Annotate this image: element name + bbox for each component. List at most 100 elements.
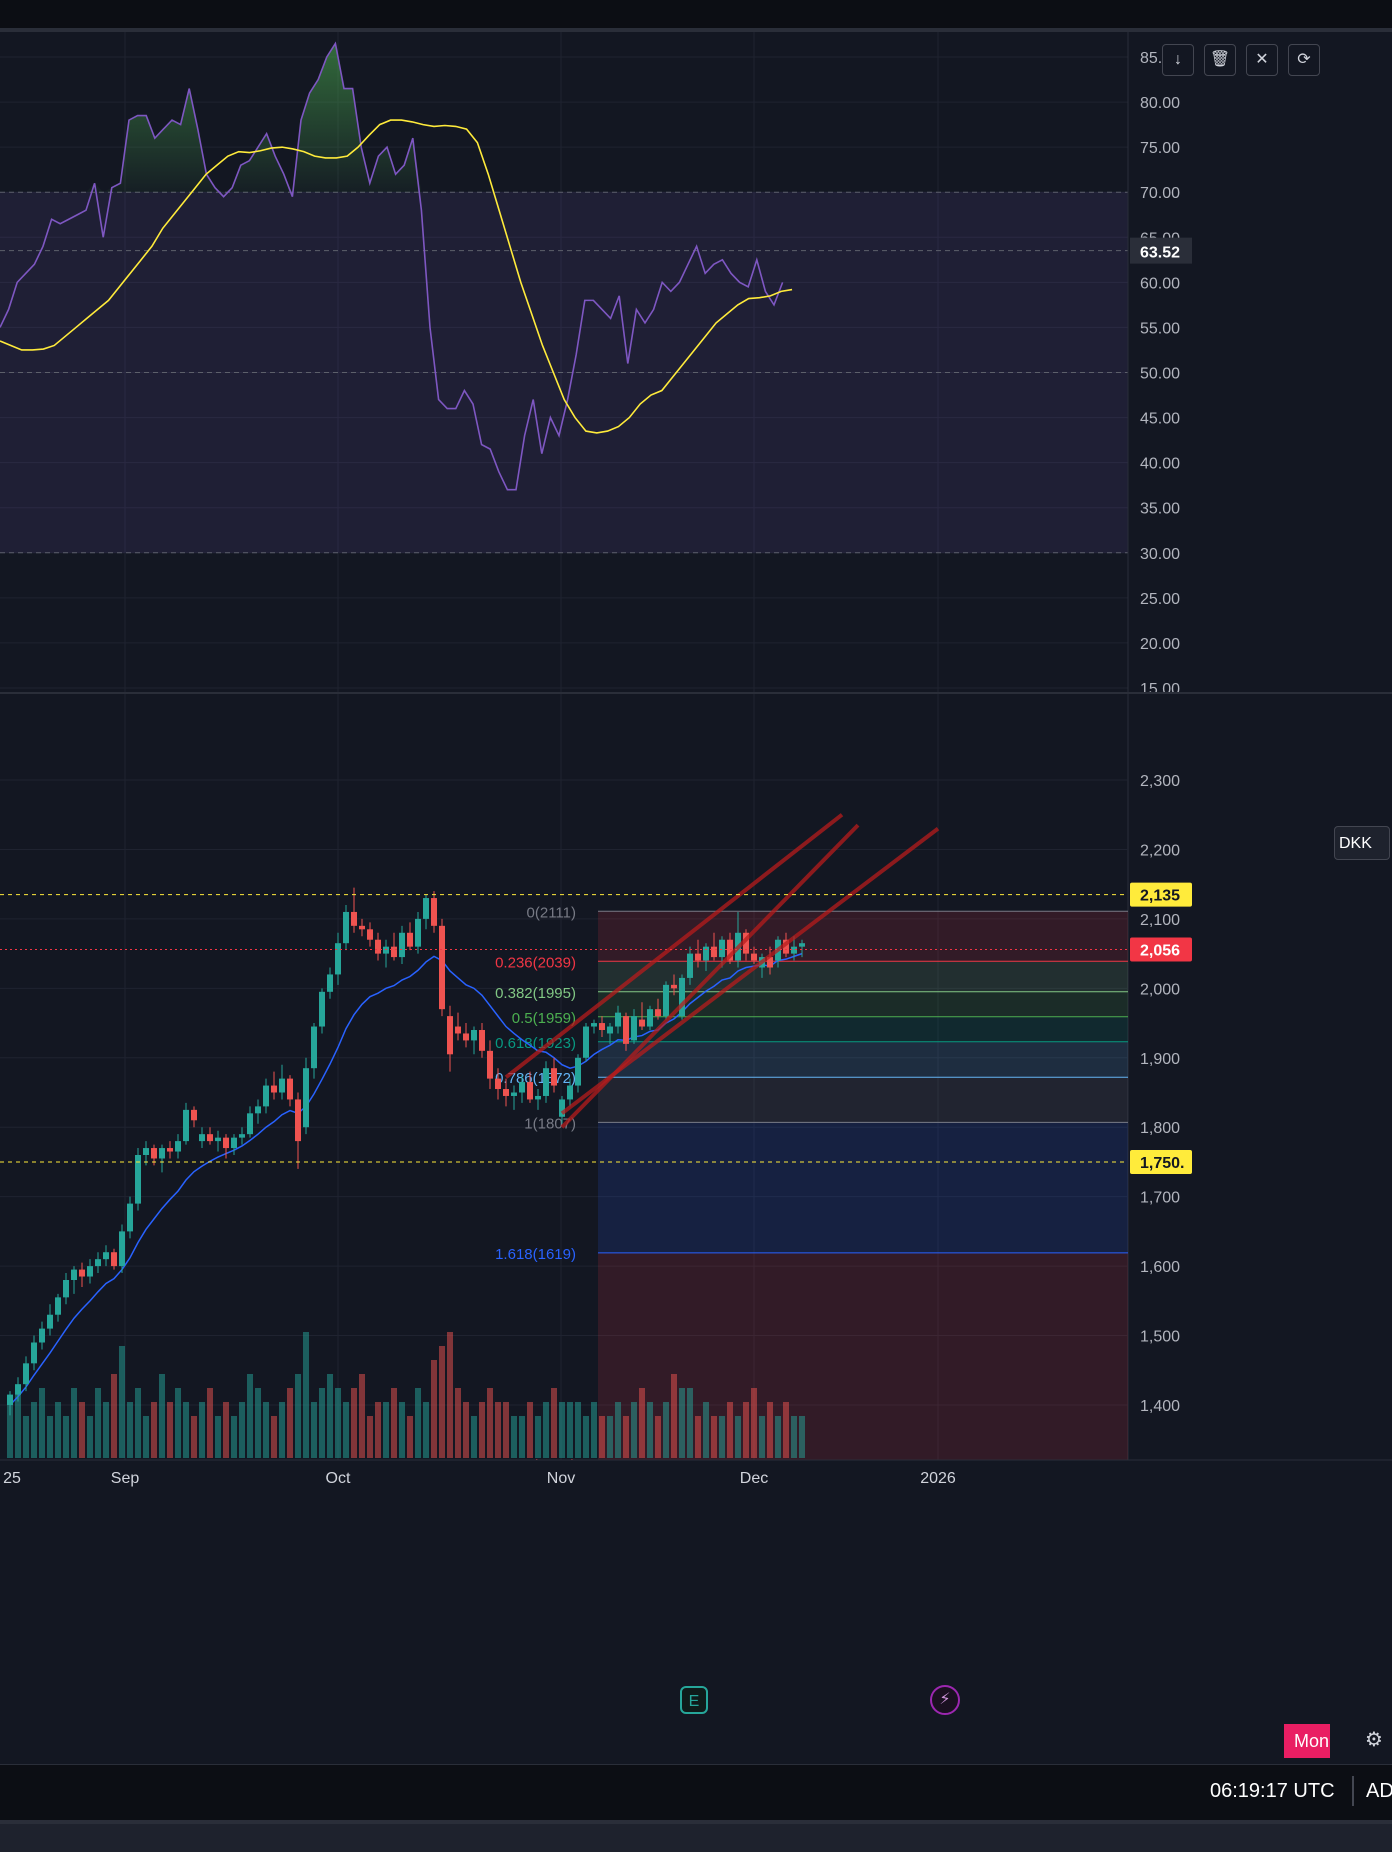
volume-bar (263, 1402, 269, 1458)
fib-zone (598, 911, 1128, 962)
candle-body (359, 925, 365, 930)
volume-bar (103, 1402, 109, 1458)
candle-body (599, 1023, 605, 1030)
candle-body (399, 932, 405, 958)
candle-body (623, 1016, 629, 1044)
candle-body (71, 1269, 77, 1280)
candle-body (151, 1148, 157, 1159)
candle-body (15, 1384, 21, 1395)
rsi-tick-label: 55.00 (1140, 320, 1180, 337)
volume-bar (607, 1416, 613, 1458)
volume-bar (599, 1416, 605, 1458)
candle-body (263, 1085, 269, 1107)
rsi-tick-label: 80.00 (1140, 95, 1180, 112)
candle-body (503, 1089, 509, 1096)
candle-body (591, 1023, 597, 1027)
volume-bar (255, 1388, 261, 1458)
candle-body (647, 1009, 653, 1027)
volume-bar (87, 1416, 93, 1458)
volume-bar (415, 1388, 421, 1458)
candle-body (415, 918, 421, 947)
volume-bar (751, 1388, 757, 1458)
volume-bar (511, 1416, 517, 1458)
volume-bar (143, 1416, 149, 1458)
volume-bar (615, 1402, 621, 1458)
candle-body (607, 1026, 613, 1034)
price-tick-label: 2,300 (1140, 773, 1180, 790)
volume-bar (503, 1402, 509, 1458)
time-tick-label: Dec (740, 1470, 768, 1487)
download-icon[interactable]: ↓ (1162, 44, 1194, 76)
candle-body (719, 939, 725, 958)
candle-body (335, 943, 341, 975)
volume-bar (279, 1402, 285, 1458)
rsi-tick-label: 15.00 (1140, 681, 1180, 698)
candle-body (143, 1148, 149, 1155)
volume-bar (471, 1416, 477, 1458)
candle-body (343, 911, 349, 944)
price-tick-label: 1,700 (1140, 1190, 1180, 1207)
volume-bar (39, 1388, 45, 1458)
adjustment-toggle[interactable]: AD (1366, 1780, 1392, 1803)
collapse-icon[interactable]: ✕ (1246, 44, 1278, 76)
candle-body (583, 1026, 589, 1058)
volume-bar (423, 1402, 429, 1458)
candle-body (487, 1050, 493, 1079)
volume-bar (711, 1416, 717, 1458)
volume-bar (271, 1416, 277, 1458)
rsi-tick-label: 20.00 (1140, 636, 1180, 653)
volume-bar (663, 1402, 669, 1458)
candle-body (439, 925, 445, 1010)
dividend-badge[interactable]: ⚡ (930, 1685, 960, 1715)
volume-bar (671, 1374, 677, 1458)
utc-clock[interactable]: 06:19:17 UTC (1210, 1780, 1335, 1803)
volume-bar (135, 1388, 141, 1458)
volume-bar (47, 1416, 53, 1458)
volume-bar (55, 1402, 61, 1458)
candle-body (215, 1137, 221, 1142)
volume-bar (231, 1416, 237, 1458)
volume-bar (167, 1402, 173, 1458)
volume-bar (63, 1416, 69, 1458)
earnings-badge[interactable]: E (680, 1686, 708, 1714)
rsi-tick-label: 50.00 (1140, 366, 1180, 383)
price-tick-label: 1,400 (1140, 1398, 1180, 1415)
volume-bar (399, 1402, 405, 1458)
volume-bar (487, 1388, 493, 1458)
candle-body (351, 911, 357, 926)
volume-bar (191, 1416, 197, 1458)
currency-label[interactable]: DKK (1334, 826, 1390, 860)
candle-body (183, 1109, 189, 1142)
status-divider (1352, 1776, 1354, 1806)
rsi-tick-label: 45.00 (1140, 411, 1180, 428)
fib-level-label: 1.618(1619) (495, 1246, 576, 1263)
candle-body (711, 946, 717, 958)
candle-body (31, 1342, 37, 1364)
trash-icon[interactable]: 🗑 (1204, 44, 1236, 76)
time-tick-label: 2026 (920, 1470, 956, 1487)
time-tick-label: Nov (547, 1470, 575, 1487)
price-highlight-label: 2,135 (1140, 888, 1180, 905)
candle-body (7, 1394, 13, 1405)
candle-body (567, 1085, 573, 1100)
maximize-icon[interactable]: ⟳ (1288, 44, 1320, 76)
candle-body (223, 1137, 229, 1149)
rsi-tick-label: 40.00 (1140, 456, 1180, 473)
candle-body (407, 932, 413, 947)
bottom-strip (0, 1820, 1392, 1852)
price-tick-label: 2,200 (1140, 842, 1180, 859)
candle-body (703, 946, 709, 961)
candle-body (615, 1012, 621, 1027)
volume-bar (215, 1416, 221, 1458)
volume-bar (783, 1402, 789, 1458)
price-tick-label: 1,800 (1140, 1120, 1180, 1137)
chart-canvas[interactable]: 85.0080.0075.0070.0065.0060.0055.0050.00… (0, 0, 1392, 1848)
candle-body (431, 898, 437, 926)
settings-icon[interactable]: ⚙ (1362, 1728, 1386, 1752)
volume-bar (375, 1402, 381, 1458)
volume-bar (119, 1346, 125, 1458)
price-tick-label: 1,500 (1140, 1329, 1180, 1346)
volume-bar (71, 1388, 77, 1458)
volume-bar (303, 1332, 309, 1458)
fib-zone (598, 1077, 1128, 1123)
